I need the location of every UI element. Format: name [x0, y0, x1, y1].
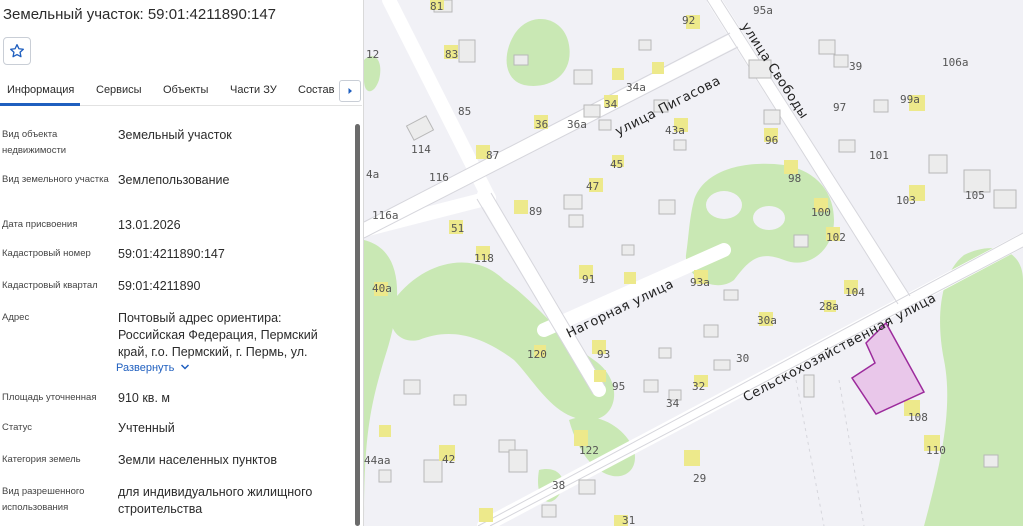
- house-number: 92: [682, 14, 695, 27]
- house-number: 105: [965, 189, 985, 202]
- house-number: 30а: [757, 314, 777, 327]
- chevron-down-icon: [181, 364, 190, 370]
- active-tab-indicator: [0, 103, 80, 106]
- expand-link[interactable]: Развернуть: [116, 362, 190, 374]
- tab-composition[interactable]: Состав: [298, 84, 334, 96]
- house-number: 101: [869, 149, 889, 162]
- field-value: Учтенный: [118, 421, 175, 435]
- field-value: 59:01:4211890: [118, 279, 201, 293]
- panel-title: Земельный участок: 59:01:4211890:147: [3, 6, 277, 23]
- field-label: Вид земельного участка: [2, 174, 109, 185]
- house-number: 118: [474, 252, 494, 265]
- house-number: 93а: [690, 276, 710, 289]
- house-number: 43а: [665, 124, 685, 137]
- star-icon: [10, 44, 24, 58]
- field-value: 59:01:4211890:147: [118, 247, 225, 261]
- house-number: 36: [535, 118, 548, 131]
- house-number: 108: [908, 411, 928, 424]
- house-number: 39: [849, 60, 862, 73]
- field-label: Категория земель: [2, 454, 81, 465]
- field-value: 13.01.2026: [118, 218, 181, 232]
- park-area: [390, 262, 615, 420]
- house-number: 81: [430, 0, 443, 13]
- house-number: 4а: [366, 168, 379, 181]
- field-value: Землепользование: [118, 173, 230, 187]
- cadastral-map[interactable]: улица Пигасова улица Свободы Нагорная ул…: [364, 0, 1023, 526]
- field-label: Вид объекта недвижимости: [2, 129, 67, 156]
- house-number: 30: [736, 352, 749, 365]
- house-number: 34а: [626, 81, 646, 94]
- field-label: Кадастровый квартал: [2, 280, 98, 291]
- house-number: 122: [579, 444, 599, 457]
- house-number: 34: [666, 397, 680, 410]
- house-number: 99а: [900, 93, 920, 106]
- house-number: 91: [582, 273, 595, 286]
- tab-objects[interactable]: Объекты: [163, 84, 208, 96]
- house-number: 47: [586, 180, 599, 193]
- field-label: Дата присвоения: [2, 219, 78, 230]
- house-number: 83: [445, 48, 458, 61]
- house-number: 98: [788, 172, 801, 185]
- field-label: Вид разрешенного использования: [2, 486, 85, 513]
- field-value: для индивидуального жилищного строительс…: [118, 485, 313, 516]
- panel-scrollbar[interactable]: [355, 124, 360, 526]
- house-number: 95а: [753, 4, 773, 17]
- park-area: [506, 18, 570, 86]
- house-number: 31: [622, 514, 635, 526]
- house-number: 114: [411, 143, 431, 156]
- field-label: Адрес: [2, 312, 30, 323]
- house-number: 44аа: [364, 454, 391, 467]
- park-area: [364, 56, 381, 92]
- field-value: Земли населенных пунктов: [118, 453, 277, 467]
- house-number: 100: [811, 206, 831, 219]
- house-number: 34: [604, 98, 618, 111]
- house-number: 42: [442, 453, 455, 466]
- expand-label: Развернуть: [116, 362, 175, 374]
- info-list: Вид объекта недвижимости Земельный участ…: [0, 107, 352, 526]
- house-number: 89: [529, 205, 542, 218]
- house-number: 38: [552, 479, 565, 492]
- house-number: 12: [366, 48, 379, 61]
- house-number: 104: [845, 286, 865, 299]
- field-label: Площадь уточненная: [2, 392, 97, 403]
- house-number: 96: [765, 134, 778, 147]
- house-number: 116а: [372, 209, 399, 222]
- map-canvas: улица Пигасова улица Свободы Нагорная ул…: [364, 0, 1023, 526]
- house-number: 120: [527, 348, 547, 361]
- field-value: Земельный участок: [118, 128, 232, 142]
- tab-parts[interactable]: Части ЗУ: [230, 84, 277, 96]
- house-number: 29: [693, 472, 706, 485]
- info-panel: Земельный участок: 59:01:4211890:147 Инф…: [0, 0, 364, 526]
- house-number: 32: [692, 380, 705, 393]
- house-number: 85: [458, 105, 471, 118]
- house-number: 110: [926, 444, 946, 457]
- field-label: Кадастровый номер: [2, 248, 91, 259]
- house-number: 103: [896, 194, 916, 207]
- tab-bar: Информация Сервисы Объекты Части ЗУ Сост…: [0, 78, 362, 106]
- house-number: 97: [833, 101, 846, 114]
- field-label: Статус: [2, 422, 33, 433]
- field-value: 910 кв. м: [118, 391, 170, 405]
- tab-services[interactable]: Сервисы: [96, 84, 142, 96]
- house-number: 87: [486, 149, 499, 162]
- house-number: 102: [826, 231, 846, 244]
- house-number: 40а: [372, 282, 392, 295]
- house-number: 45: [610, 158, 623, 171]
- tabs-scroll-button[interactable]: [339, 80, 361, 102]
- tab-info[interactable]: Информация: [7, 84, 74, 96]
- chevron-right-icon: [348, 88, 352, 94]
- favorite-button[interactable]: [3, 37, 31, 65]
- house-number: 28а: [819, 300, 839, 313]
- house-number: 95: [612, 380, 625, 393]
- house-number: 93: [597, 348, 610, 361]
- house-number: 116: [429, 171, 449, 184]
- house-number: 106а: [942, 56, 969, 69]
- house-number: 51: [451, 222, 464, 235]
- house-number: 36а: [567, 118, 587, 131]
- address-value: Почтовый адрес ориентира: Российская Фед…: [118, 311, 318, 359]
